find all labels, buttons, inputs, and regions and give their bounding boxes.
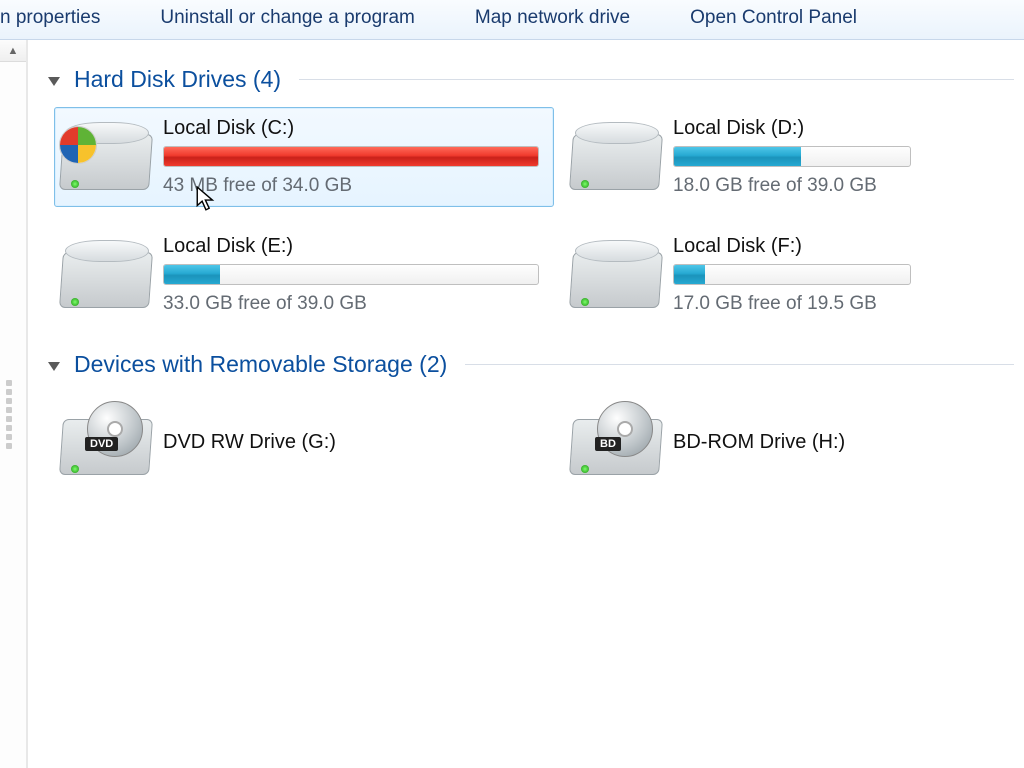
hard-drive-icon (61, 120, 153, 194)
navigation-pane-collapsed[interactable] (0, 40, 28, 768)
capacity-bar (163, 146, 539, 167)
drive-f[interactable]: Local Disk (F:) 17.0 GB free of 19.5 GB (564, 225, 1014, 325)
collapse-arrow-icon[interactable] (48, 362, 60, 371)
optical-drive-icon: DVD (61, 405, 153, 479)
divider (465, 364, 1014, 365)
drive-free-text: 33.0 GB free of 39.0 GB (163, 293, 545, 315)
drive-g[interactable]: DVD DVD RW Drive (G:) (54, 392, 554, 492)
group-removable-storage[interactable]: Devices with Removable Storage (2) (48, 351, 1014, 378)
drive-c[interactable]: Local Disk (C:) 43 MB free of 34.0 GB (54, 107, 554, 207)
windows-logo-icon (59, 126, 97, 164)
disc-badge: BD (595, 437, 621, 451)
drive-label: DVD RW Drive (G:) (163, 431, 545, 454)
drive-e[interactable]: Local Disk (E:) 33.0 GB free of 39.0 GB (54, 225, 554, 325)
divider (299, 79, 1014, 80)
pane-grip-icon[interactable] (6, 380, 12, 450)
drive-label: Local Disk (D:) (673, 117, 1005, 140)
drive-label: Local Disk (E:) (163, 235, 545, 258)
toolbar-system-properties[interactable]: n properties (0, 7, 130, 29)
scroll-up-icon[interactable] (0, 40, 26, 62)
drive-label: Local Disk (F:) (673, 235, 1005, 258)
drives-content: Hard Disk Drives (4) Local Disk (C:) 43 … (28, 40, 1024, 768)
capacity-bar (163, 264, 539, 285)
disc-badge: DVD (85, 437, 118, 451)
collapse-arrow-icon[interactable] (48, 77, 60, 86)
toolbar-uninstall-program[interactable]: Uninstall or change a program (130, 7, 445, 29)
drive-free-text: 43 MB free of 34.0 GB (163, 175, 545, 197)
drive-h[interactable]: BD BD-ROM Drive (H:) (564, 392, 1014, 492)
toolbar: n properties Uninstall or change a progr… (0, 0, 1024, 40)
capacity-bar (673, 264, 911, 285)
toolbar-open-control-panel[interactable]: Open Control Panel (660, 7, 857, 29)
drive-free-text: 17.0 GB free of 19.5 GB (673, 293, 1005, 315)
group-hard-disk-drives[interactable]: Hard Disk Drives (4) (48, 66, 1014, 93)
drive-label: BD-ROM Drive (H:) (673, 431, 1005, 454)
toolbar-map-network-drive[interactable]: Map network drive (445, 7, 660, 29)
group-title: Hard Disk Drives (4) (74, 66, 281, 93)
drive-free-text: 18.0 GB free of 39.0 GB (673, 175, 1005, 197)
drive-label: Local Disk (C:) (163, 117, 545, 140)
drive-d[interactable]: Local Disk (D:) 18.0 GB free of 39.0 GB (564, 107, 1014, 207)
group-title: Devices with Removable Storage (2) (74, 351, 447, 378)
capacity-bar (673, 146, 911, 167)
hard-drive-icon (61, 238, 153, 312)
optical-drive-icon: BD (571, 405, 663, 479)
hard-drive-icon (571, 238, 663, 312)
hard-drive-icon (571, 120, 663, 194)
